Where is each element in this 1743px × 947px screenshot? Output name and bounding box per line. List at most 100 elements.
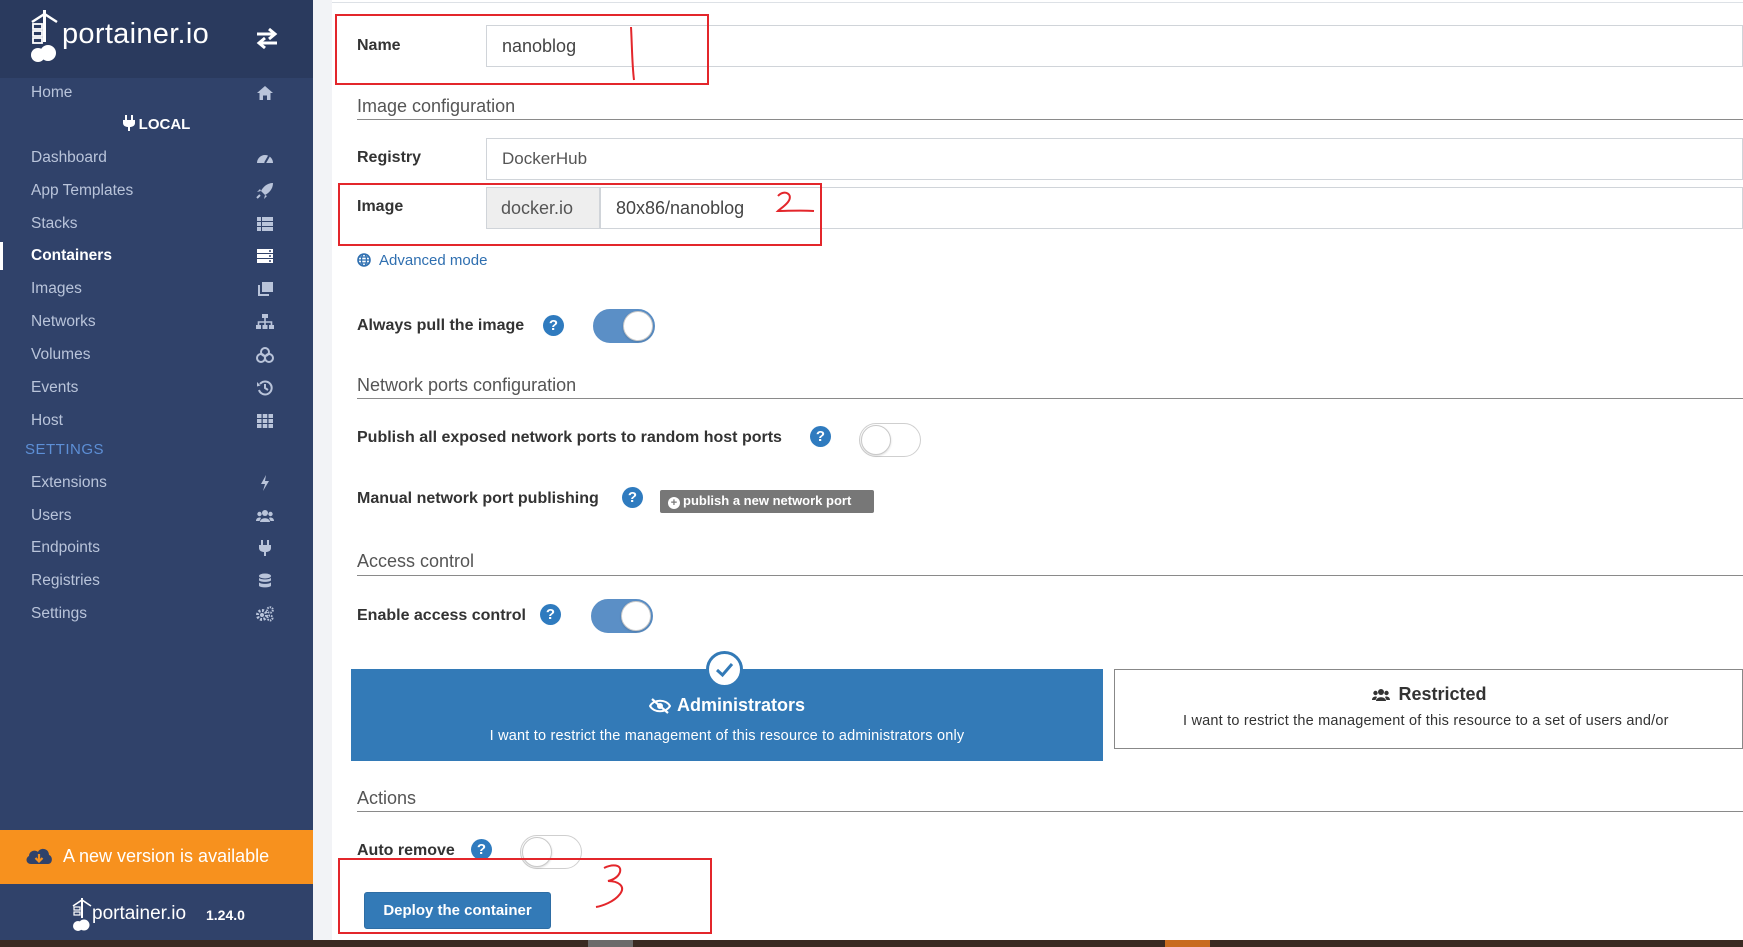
- users-icon: [256, 510, 274, 522]
- help-icon[interactable]: ?: [810, 426, 831, 447]
- annotation-box-3: [338, 858, 712, 934]
- sidebar: portainer.io Home LOCAL Dashboard App Te…: [0, 0, 313, 940]
- sidebar-item-users[interactable]: Users: [0, 500, 313, 532]
- sidebar-item-stacks[interactable]: Stacks: [0, 208, 313, 240]
- administrators-label: Administrators: [676, 695, 806, 715]
- history-icon: [257, 380, 273, 396]
- section-divider: [357, 811, 1743, 812]
- home-icon: [257, 86, 273, 100]
- publish-all-toggle[interactable]: [859, 423, 921, 457]
- sidebar-item-networks[interactable]: Networks: [0, 306, 313, 338]
- footer-brand: portainer.io: [92, 903, 187, 924]
- annotation-mark-2: [775, 191, 815, 213]
- sidebar-item-host[interactable]: Host: [0, 405, 313, 437]
- restricted-label: Restricted: [1398, 684, 1487, 704]
- sidebar-item-label: Registries: [31, 572, 100, 589]
- database-icon: [259, 573, 271, 588]
- swap-arrows-icon[interactable]: [254, 26, 280, 50]
- sidebar-item-label: Stacks: [31, 215, 78, 232]
- panel-top-border: [332, 2, 1743, 3]
- sidebar-item-dashboard[interactable]: Dashboard: [0, 142, 313, 174]
- plus-circle-icon: +: [668, 497, 680, 509]
- sidebar-item-label: Volumes: [31, 346, 91, 363]
- settings-section-label: SETTINGS: [25, 441, 105, 458]
- help-icon[interactable]: ?: [543, 315, 564, 336]
- taskbar-strip: [0, 940, 1743, 947]
- access-control-toggle[interactable]: [591, 599, 653, 633]
- cloud-download-icon: [26, 848, 52, 864]
- sidebar-item-label: Dashboard: [31, 149, 107, 166]
- dashboard-icon: [257, 155, 273, 164]
- bolt-icon: [261, 475, 269, 491]
- check-circle-icon: [706, 651, 743, 688]
- toggle-knob: [623, 311, 653, 341]
- environment-label: LOCAL: [0, 115, 313, 133]
- brand-header: portainer.io: [0, 0, 313, 78]
- sidebar-item-label: Home: [31, 84, 73, 101]
- sidebar-item-label: App Templates: [31, 182, 134, 199]
- sidebar-item-label: Users: [31, 507, 72, 524]
- help-icon[interactable]: ?: [622, 487, 643, 508]
- advanced-mode-label: Advanced mode: [379, 252, 488, 269]
- taskbar-segment: [1165, 940, 1210, 947]
- always-pull-label: Always pull the image: [357, 317, 525, 334]
- sitemap-icon: [256, 314, 274, 329]
- sidebar-item-extensions[interactable]: Extensions: [0, 467, 313, 499]
- registry-select[interactable]: DockerHub: [486, 138, 1743, 180]
- actions-title: Actions: [357, 788, 417, 808]
- annotation-box-1: [335, 14, 709, 85]
- update-banner-text: A new version is available: [63, 846, 270, 866]
- always-pull-toggle[interactable]: [593, 309, 655, 343]
- sidebar-item-label: Containers: [31, 247, 112, 264]
- version-label: 1.24.0: [206, 907, 245, 923]
- sidebar-item-app-templates[interactable]: App Templates: [0, 175, 313, 207]
- sidebar-item-endpoints[interactable]: Endpoints: [0, 532, 313, 564]
- help-icon[interactable]: ?: [540, 604, 561, 625]
- section-divider: [357, 119, 1743, 120]
- taskbar-segment: [588, 940, 633, 947]
- sidebar-item-settings[interactable]: Settings: [0, 598, 313, 630]
- enable-access-label: Enable access control: [357, 607, 526, 624]
- sidebar-item-label: Extensions: [31, 474, 107, 491]
- sidebar-item-label: Events: [31, 379, 79, 396]
- eye-slash-icon: [648, 698, 672, 714]
- sidebar-item-home[interactable]: Home: [0, 77, 313, 109]
- brand-title[interactable]: portainer.io: [62, 18, 209, 51]
- sidebar-item-label: Images: [31, 280, 82, 297]
- advanced-mode-link[interactable]: Advanced mode: [357, 252, 487, 269]
- sidebar-item-label: Endpoints: [31, 539, 100, 556]
- rocket-icon: [256, 183, 273, 199]
- toggle-knob: [621, 601, 651, 631]
- container-create-form: Name nanoblog Image configuration Regist…: [332, 0, 1743, 940]
- plug-icon: [122, 115, 135, 131]
- sidebar-item-events[interactable]: Events: [0, 372, 313, 404]
- th-icon: [257, 414, 273, 428]
- content-gutter: [313, 0, 332, 940]
- sidebar-item-images[interactable]: Images: [0, 273, 313, 305]
- sidebar-item-registries[interactable]: Registries: [0, 565, 313, 597]
- annotation-box-2: [338, 183, 822, 246]
- update-banner[interactable]: A new version is available: [0, 830, 313, 884]
- annotation-mark-3: [595, 864, 624, 908]
- network-ports-title: Network ports configuration: [357, 375, 577, 395]
- restricted-title: Restricted: [1115, 684, 1742, 705]
- sidebar-item-label: Settings: [31, 605, 88, 622]
- publish-port-button[interactable]: + publish a new network port: [660, 490, 874, 513]
- help-icon[interactable]: ?: [471, 839, 492, 860]
- publish-all-label: Publish all exposed network ports to ran…: [357, 429, 782, 446]
- portainer-logo-icon[interactable]: [30, 10, 60, 64]
- registry-label: Registry: [357, 149, 422, 166]
- cubes-icon: [256, 347, 274, 363]
- plug-icon: [259, 540, 271, 556]
- restricted-description: I want to restrict the management of thi…: [1183, 713, 1669, 729]
- users-icon: [1372, 689, 1391, 701]
- access-option-restricted[interactable]: Restricted I want to restrict the manage…: [1114, 669, 1743, 749]
- section-divider: [357, 398, 1743, 399]
- sidebar-item-containers[interactable]: Containers: [0, 240, 313, 272]
- sidebar-item-volumes[interactable]: Volumes: [0, 339, 313, 371]
- cogs-icon: [256, 606, 274, 622]
- server-icon: [257, 249, 273, 263]
- sidebar-item-label: Host: [31, 412, 63, 429]
- administrators-description: I want to restrict the management of thi…: [489, 728, 965, 744]
- globe-icon: [357, 253, 371, 267]
